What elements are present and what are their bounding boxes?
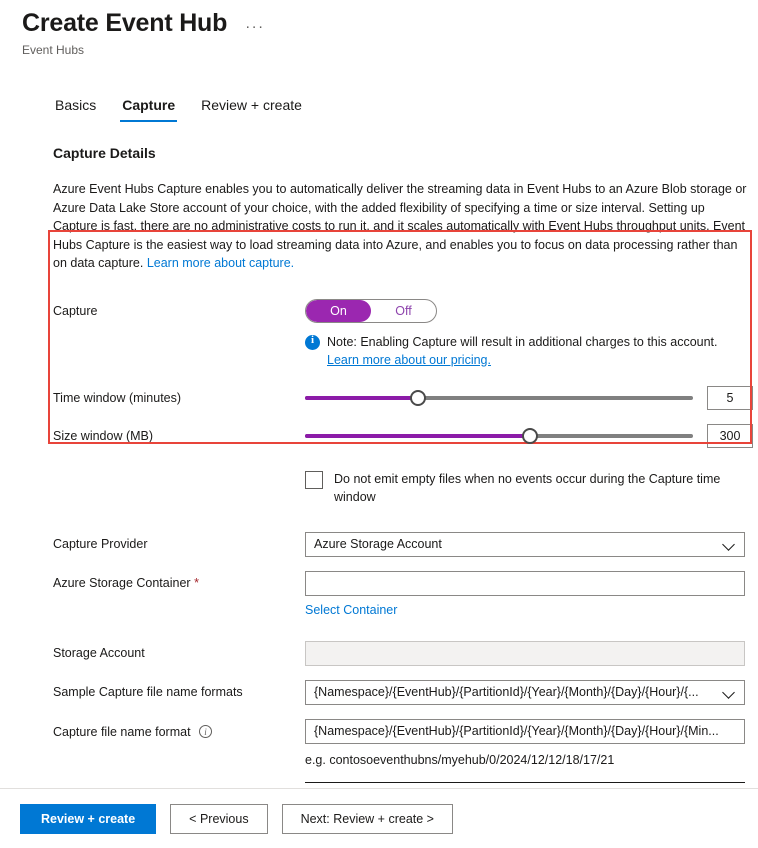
size-window-slider-wrap: 300 (305, 423, 753, 448)
capture-provider-field: Azure Storage Account (305, 531, 753, 557)
sample-format-label: Sample Capture file name formats (53, 684, 243, 699)
capture-toggle[interactable]: On Off (305, 298, 437, 323)
sample-format-field: {Namespace}/{EventHub}/{PartitionId}/{Ye… (305, 679, 753, 705)
storage-container-field: Select Container (305, 570, 753, 619)
time-window-value[interactable]: 5 (707, 385, 753, 410)
capture-toggle-off[interactable]: Off (371, 300, 436, 322)
footer-bar: Review + create < Previous Next: Review … (0, 788, 758, 848)
previous-button[interactable]: < Previous (170, 803, 268, 834)
capture-provider-select[interactable]: Azure Storage Account (305, 531, 745, 557)
info-outline-icon[interactable] (199, 724, 213, 740)
capture-form: Capture Details Azure Event Hubs Capture… (48, 144, 753, 827)
capture-toggle-on[interactable]: On (306, 299, 371, 322)
more-options-icon[interactable]: ··· (241, 18, 269, 36)
storage-container-row: Azure Storage Container * Select Contain… (53, 570, 753, 619)
capture-provider-label: Capture Provider (53, 536, 148, 551)
size-window-row: Size window (MB) 300 (53, 423, 753, 448)
storage-account-label: Storage Account (53, 645, 145, 660)
section-divider (305, 781, 745, 783)
chevron-down-icon (723, 533, 735, 556)
size-window-slider[interactable] (305, 425, 693, 447)
capture-provider-row: Capture Provider Azure Storage Account (53, 531, 753, 557)
sample-format-select[interactable]: {Namespace}/{EventHub}/{PartitionId}/{Ye… (305, 679, 745, 705)
empty-files-checkbox-row[interactable]: Do not emit empty files when no events o… (305, 470, 753, 506)
chevron-down-icon (723, 681, 735, 704)
capture-format-label-text: Capture file name format (53, 724, 191, 739)
size-window-label: Size window (MB) (53, 428, 154, 443)
empty-files-checkbox[interactable] (305, 470, 323, 489)
size-window-slider-fill (305, 433, 531, 438)
tab-bar: Basics Capture Review + create (53, 96, 758, 122)
capture-format-example: e.g. contosoeventhubns/myehub/0/2024/12/… (305, 752, 615, 767)
time-window-field: 5 (305, 385, 753, 410)
sample-format-row: Sample Capture file name formats {Namesp… (53, 679, 753, 705)
tab-review-create[interactable]: Review + create (199, 96, 304, 122)
tab-basics[interactable]: Basics (53, 96, 98, 122)
capture-note: Note: Enabling Capture will result in ad… (305, 333, 753, 369)
sample-format-value: {Namespace}/{EventHub}/{PartitionId}/{Ye… (314, 684, 699, 699)
info-icon (305, 334, 320, 350)
required-marker: * (194, 575, 199, 590)
capture-provider-value: Azure Storage Account (314, 536, 442, 551)
capture-format-value: {Namespace}/{EventHub}/{PartitionId}/{Ye… (314, 723, 719, 738)
size-window-value[interactable]: 300 (707, 423, 753, 448)
storage-account-row: Storage Account (53, 640, 753, 666)
capture-note-text: Note: Enabling Capture will result in ad… (327, 333, 718, 369)
select-container-link[interactable]: Select Container (305, 603, 397, 617)
time-window-label: Time window (minutes) (53, 390, 182, 405)
time-window-slider-fill (305, 395, 418, 400)
empty-files-spacer (53, 470, 305, 474)
capture-toggle-field: On Off Note: Enabling Capture will resul… (305, 298, 753, 369)
time-window-row: Time window (minutes) 5 (53, 385, 753, 410)
storage-container-input[interactable] (305, 570, 745, 596)
capture-label: Capture (53, 303, 98, 318)
tab-capture[interactable]: Capture (120, 96, 178, 122)
empty-files-label: Do not emit empty files when no events o… (334, 471, 721, 504)
page-title: Create Event Hub (22, 9, 228, 37)
title-row: Create Event Hub ··· (22, 8, 758, 38)
size-window-slider-thumb[interactable] (522, 427, 539, 444)
time-window-slider[interactable] (305, 387, 693, 409)
storage-account-input (305, 640, 745, 666)
breadcrumb: Event Hubs (22, 43, 85, 57)
empty-files-field: Do not emit empty files when no events o… (305, 470, 753, 506)
review-create-button[interactable]: Review + create (20, 803, 157, 834)
capture-intro-text: Azure Event Hubs Capture enables you to … (53, 180, 749, 273)
pricing-link[interactable]: Learn more about our pricing. (327, 353, 491, 367)
storage-container-label: Azure Storage Container * (53, 571, 305, 591)
section-title-capture-details: Capture Details (53, 145, 156, 161)
learn-more-about-capture-link[interactable]: Learn more about capture. (147, 256, 294, 270)
capture-format-input[interactable]: {Namespace}/{EventHub}/{PartitionId}/{Ye… (305, 718, 745, 744)
page-header: Create Event Hub ··· Event Hubs (0, 0, 758, 58)
create-event-hub-page: Create Event Hub ··· Event Hubs Basics C… (0, 0, 758, 848)
capture-format-row: Capture file name format {Namespace}/{Ev… (53, 718, 753, 783)
empty-files-row: Do not emit empty files when no events o… (53, 470, 753, 506)
next-review-create-button[interactable]: Next: Review + create > (281, 803, 453, 834)
capture-note-body: Note: Enabling Capture will result in ad… (327, 334, 718, 349)
storage-container-label-text: Azure Storage Container (53, 575, 191, 590)
capture-toggle-row: Capture On Off Note: Enabling Capture wi… (53, 298, 753, 369)
capture-format-field: {Namespace}/{EventHub}/{PartitionId}/{Ye… (305, 718, 753, 783)
storage-account-field (305, 640, 753, 666)
size-window-field: 300 (305, 423, 753, 448)
time-window-slider-wrap: 5 (305, 385, 753, 410)
capture-format-label: Capture file name format (53, 719, 305, 740)
time-window-slider-thumb[interactable] (409, 389, 426, 406)
